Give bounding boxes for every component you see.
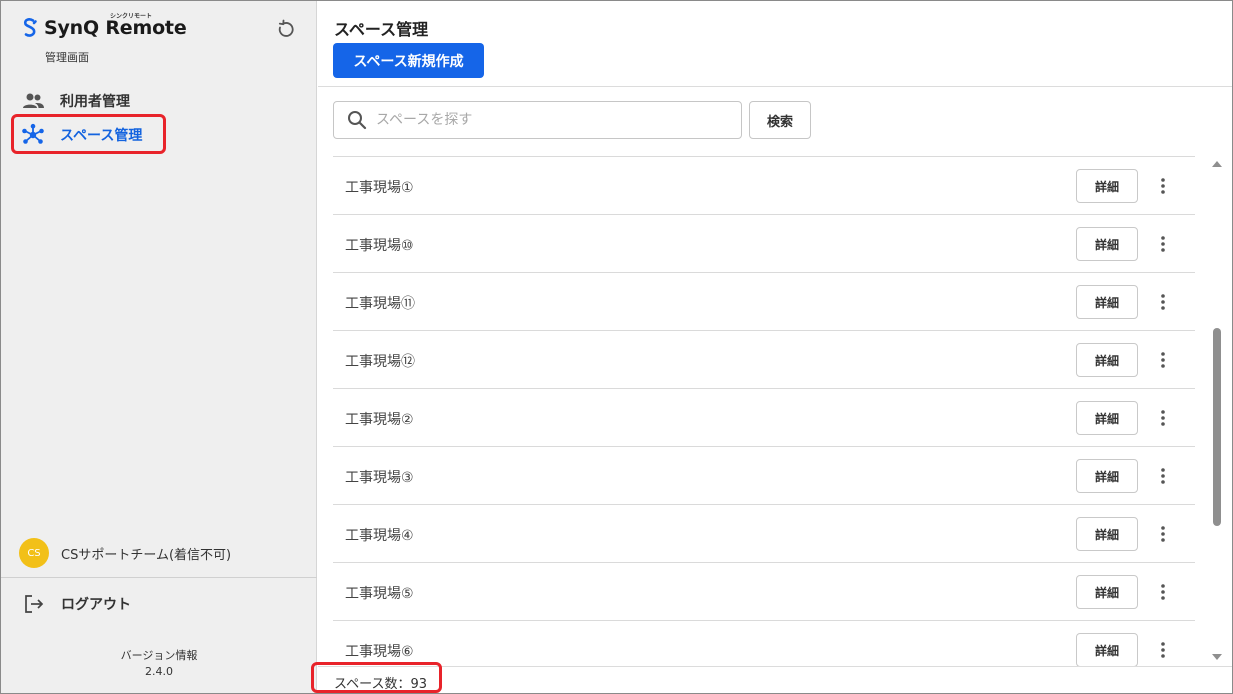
footer-divider	[318, 666, 1232, 667]
highlight-box-count	[311, 662, 442, 693]
header-divider	[318, 86, 1232, 87]
list-item: 工事現場⑤ 詳細	[333, 563, 1195, 621]
logout-label: ログアウト	[61, 597, 131, 613]
scroll-up-arrow-icon[interactable]	[1210, 158, 1224, 170]
logo-text: SynQ Remote シンクリモート	[44, 13, 187, 39]
space-name: 工事現場①	[345, 180, 414, 196]
app-logo: SynQ Remote シンクリモート	[21, 13, 187, 39]
scrollbar-thumb[interactable]	[1213, 328, 1221, 526]
more-vert-icon[interactable]	[1155, 232, 1171, 256]
space-name: 工事現場⑥	[345, 644, 414, 660]
space-name: 工事現場⑤	[345, 586, 414, 602]
highlight-box-nav	[11, 114, 166, 154]
current-user: CS CSサポートチーム(着信不可)	[19, 538, 231, 568]
detail-button[interactable]: 詳細	[1076, 285, 1138, 319]
space-name: 工事現場③	[345, 470, 414, 486]
list-item: 工事現場⑥ 詳細	[333, 621, 1195, 666]
list-item: 工事現場① 詳細	[333, 157, 1195, 215]
refresh-icon[interactable]	[273, 18, 297, 42]
admin-label: 管理画面	[45, 51, 89, 64]
version-label: バージョン情報	[120, 649, 198, 662]
create-space-button[interactable]: スペース新規作成	[333, 43, 484, 78]
logout-button[interactable]: ログアウト	[23, 593, 131, 615]
space-name: 工事現場⑩	[345, 238, 414, 254]
detail-button[interactable]: 詳細	[1076, 401, 1138, 435]
avatar: CS	[19, 538, 49, 568]
search-button[interactable]: 検索	[749, 101, 811, 139]
list-item: 工事現場⑩ 詳細	[333, 215, 1195, 273]
sidebar-item-label: 利用者管理	[60, 94, 130, 110]
synq-logo-icon	[23, 18, 37, 37]
logout-icon	[25, 595, 44, 613]
list-item: 工事現場④ 詳細	[333, 505, 1195, 563]
space-name: 工事現場⑫	[345, 354, 415, 370]
more-vert-icon[interactable]	[1155, 464, 1171, 488]
list-item: 工事現場⑫ 詳細	[333, 331, 1195, 389]
space-list: 工事現場① 詳細 工事現場⑩ 詳細 工事現場⑪ 詳細 工事現場⑫ 詳細 工事現場② 詳細 工事現場③…	[333, 156, 1195, 666]
logo-ruby: シンクリモート	[110, 13, 153, 20]
detail-button[interactable]: 詳細	[1076, 517, 1138, 551]
detail-button[interactable]: 詳細	[1076, 343, 1138, 377]
detail-button[interactable]: 詳細	[1076, 575, 1138, 609]
logo-name: SynQ Remote	[44, 17, 187, 39]
search-input[interactable]	[376, 112, 736, 128]
list-item: 工事現場② 詳細	[333, 389, 1195, 447]
more-vert-icon[interactable]	[1155, 580, 1171, 604]
more-vert-icon[interactable]	[1155, 348, 1171, 372]
version-number: 2.4.0	[145, 665, 173, 678]
search-box[interactable]	[333, 101, 742, 139]
detail-button[interactable]: 詳細	[1076, 169, 1138, 203]
more-vert-icon[interactable]	[1155, 522, 1171, 546]
scroll-down-arrow-icon[interactable]	[1210, 651, 1224, 663]
page-title: スペース管理	[334, 20, 429, 39]
users-icon	[23, 93, 44, 108]
more-vert-icon[interactable]	[1155, 406, 1171, 430]
search-icon	[348, 111, 367, 130]
more-vert-icon[interactable]	[1155, 638, 1171, 662]
list-item: 工事現場③ 詳細	[333, 447, 1195, 505]
sidebar-divider	[1, 577, 317, 578]
space-name: 工事現場④	[345, 528, 414, 544]
detail-button[interactable]: 詳細	[1076, 227, 1138, 261]
sidebar-item-users[interactable]: 利用者管理	[21, 89, 130, 113]
detail-button[interactable]: 詳細	[1076, 633, 1138, 666]
detail-button[interactable]: 詳細	[1076, 459, 1138, 493]
more-vert-icon[interactable]	[1155, 174, 1171, 198]
user-name: CSサポートチーム(着信不可)	[61, 547, 232, 563]
sidebar: SynQ Remote シンクリモート 管理画面 利用者管理 スペース管理 CS…	[1, 1, 317, 693]
space-name: 工事現場⑪	[345, 296, 415, 312]
list-item: 工事現場⑪ 詳細	[333, 273, 1195, 331]
space-name: 工事現場②	[345, 412, 414, 428]
more-vert-icon[interactable]	[1155, 290, 1171, 314]
